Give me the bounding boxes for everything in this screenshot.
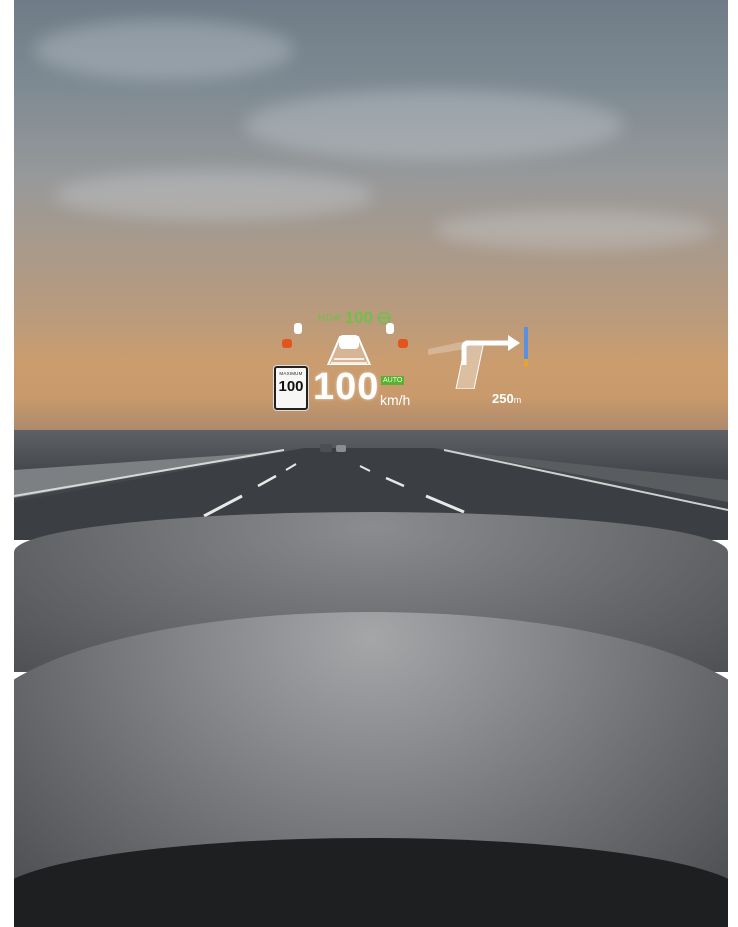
nav-distance-unit: m <box>513 395 522 405</box>
head-up-display: HDA 100 MAXIMUM 100 100 AUTO km/h 250m <box>0 0 738 927</box>
speed-unit: km/h <box>380 392 411 408</box>
navigation-graphic <box>428 327 528 389</box>
lane-follow-icon <box>333 315 342 318</box>
nav-distance: 250m <box>492 391 521 406</box>
lane-assist-graphic <box>282 315 408 365</box>
car-icon <box>282 339 292 348</box>
speed-limit-caption: MAXIMUM <box>279 371 303 376</box>
car-icon <box>398 339 408 348</box>
current-speed: 100 <box>313 366 380 408</box>
speed-limit-value: 100 <box>278 378 304 395</box>
nav-distance-value: 250 <box>492 391 514 406</box>
speed-limit-sign: MAXIMUM 100 <box>274 366 308 410</box>
car-icon <box>294 323 302 334</box>
car-icon <box>386 323 394 334</box>
car-icon <box>339 335 359 349</box>
cruise-mode-badge: AUTO <box>381 376 405 385</box>
